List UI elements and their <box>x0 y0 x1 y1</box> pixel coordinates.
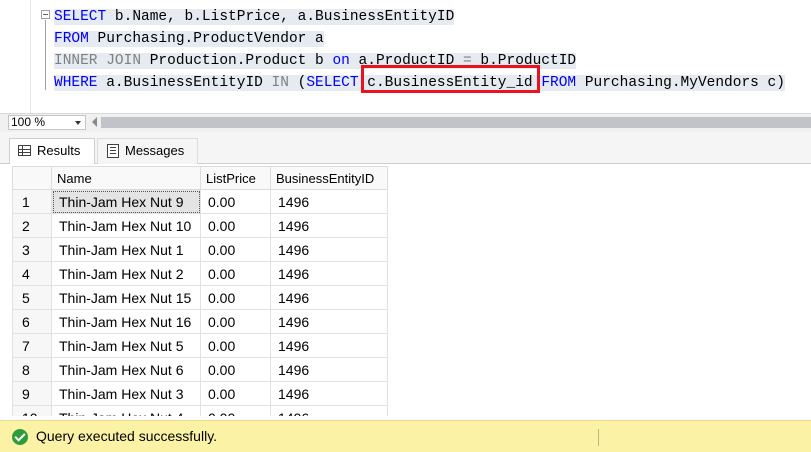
tab-messages[interactable]: Messages <box>97 138 198 164</box>
table-row[interactable]: 8 Thin-Jam Hex Nut 6 0.00 1496 <box>12 357 388 382</box>
code-token: b.Name, b.ListPrice, a.BusinessEntityID <box>106 9 455 25</box>
name-cell[interactable]: Thin-Jam Hex Nut 2 <box>51 261 201 286</box>
tab-messages-label: Messages <box>125 143 185 158</box>
code-token: WHERE <box>54 75 98 91</box>
listprice-cell[interactable]: 0.00 <box>200 309 271 334</box>
column-header-name[interactable]: Name <box>51 166 201 190</box>
row-number-cell[interactable]: 7 <box>12 333 52 358</box>
success-check-icon <box>12 429 28 445</box>
code-token: a.BusinessEntityID <box>97 75 272 91</box>
chevron-down-icon <box>75 121 81 125</box>
grid-icon <box>18 145 31 156</box>
collapse-toggle-icon[interactable] <box>41 10 50 19</box>
name-cell[interactable]: Thin-Jam Hex Nut 1 <box>51 237 201 262</box>
column-header-listprice[interactable]: ListPrice <box>200 166 271 190</box>
grid-header-row: Name ListPrice BusinessEntityID <box>12 166 388 190</box>
tab-results-label: Results <box>37 143 81 158</box>
name-cell[interactable]: Thin-Jam Hex Nut 5 <box>51 333 201 358</box>
row-number-cell[interactable]: 9 <box>12 381 52 406</box>
status-bar: Query executed successfully. <box>0 420 811 452</box>
zoom-value: 100 % <box>11 115 46 129</box>
results-tab-strip: Results Messages <box>0 132 811 164</box>
row-number-cell[interactable]: 2 <box>12 213 52 238</box>
code-token: Purchasing.ProductVendor a <box>88 31 324 47</box>
row-number-cell[interactable]: 3 <box>12 237 52 262</box>
annotation-highlight-box <box>361 65 540 93</box>
code-token: SELECT <box>306 75 359 91</box>
listprice-cell[interactable]: 0.00 <box>200 381 271 406</box>
code-token: IN <box>271 75 289 91</box>
code-token: INNER JOIN <box>54 53 142 69</box>
query-editor[interactable]: SELECT b.Name, b.ListPrice, a.BusinessEn… <box>0 0 811 113</box>
code-line-text: SELECT b.Name, b.ListPrice, a.BusinessEn… <box>54 9 455 25</box>
listprice-cell[interactable]: 0.00 <box>200 213 271 238</box>
code-line-1[interactable]: SELECT b.Name, b.ListPrice, a.BusinessEn… <box>54 6 455 28</box>
table-row[interactable]: 9 Thin-Jam Hex Nut 3 0.00 1496 <box>12 381 388 406</box>
results-grid-area: Name ListPrice BusinessEntityID 1 Thin-Ja… <box>0 164 811 416</box>
code-token: on <box>332 53 350 69</box>
tab-results[interactable]: Results <box>9 138 95 164</box>
code-token: SELECT <box>54 9 107 25</box>
table-row[interactable]: 7 Thin-Jam Hex Nut 5 0.00 1496 <box>12 333 388 358</box>
code-line-text: FROM Purchasing.ProductVendor a <box>54 31 324 47</box>
businessentityid-cell[interactable]: 1496 <box>270 381 388 406</box>
businessentityid-cell[interactable]: 1496 <box>270 261 388 286</box>
listprice-cell[interactable]: 0.00 <box>200 357 271 382</box>
row-number-cell[interactable]: 8 <box>12 357 52 382</box>
row-number-cell[interactable]: 4 <box>12 261 52 286</box>
name-cell[interactable]: Thin-Jam Hex Nut 16 <box>51 309 201 334</box>
name-cell[interactable]: Thin-Jam Hex Nut 15 <box>51 285 201 310</box>
table-row[interactable]: 2 Thin-Jam Hex Nut 10 0.00 1496 <box>12 213 388 238</box>
name-cell[interactable]: Thin-Jam Hex Nut 9 <box>51 189 201 214</box>
name-cell[interactable]: Thin-Jam Hex Nut 4 <box>51 405 201 416</box>
code-token: FROM <box>54 31 89 47</box>
businessentityid-cell[interactable]: 1496 <box>270 237 388 262</box>
row-number-header[interactable] <box>12 166 52 190</box>
table-row[interactable]: 10Thin-Jam Hex Nut 40.001496 <box>12 405 388 416</box>
table-row[interactable]: 4 Thin-Jam Hex Nut 2 0.00 1496 <box>12 261 388 286</box>
listprice-cell[interactable]: 0.00 <box>200 333 271 358</box>
messages-icon <box>107 144 119 158</box>
code-token: ( <box>288 75 307 91</box>
row-number-cell[interactable]: 5 <box>12 285 52 310</box>
scroll-left-icon[interactable] <box>92 117 97 127</box>
businessentityid-cell[interactable]: 1496 <box>270 333 388 358</box>
businessentityid-cell[interactable]: 1496 <box>270 213 388 238</box>
listprice-cell[interactable]: 0.00 <box>200 405 271 416</box>
row-number-cell[interactable]: 10 <box>12 405 52 416</box>
editor-margin <box>30 0 31 113</box>
row-number-cell[interactable]: 1 <box>12 189 52 214</box>
results-grid: Name ListPrice BusinessEntityID 1 Thin-Ja… <box>12 166 388 416</box>
table-row[interactable]: 6 Thin-Jam Hex Nut 16 0.00 1496 <box>12 309 388 334</box>
name-cell[interactable]: Thin-Jam Hex Nut 3 <box>51 381 201 406</box>
businessentityid-cell[interactable]: 1496 <box>270 405 388 416</box>
column-header-businessentityid[interactable]: BusinessEntityID <box>270 166 388 190</box>
fold-guide <box>45 20 46 90</box>
listprice-cell[interactable]: 0.00 <box>200 189 271 214</box>
table-row[interactable]: 3 Thin-Jam Hex Nut 1 0.00 1496 <box>12 237 388 262</box>
code-token: Purchasing.MyVendors c) <box>576 75 785 91</box>
row-number-cell[interactable]: 6 <box>12 309 52 334</box>
table-row[interactable]: 5 Thin-Jam Hex Nut 15 0.00 1496 <box>12 285 388 310</box>
businessentityid-cell[interactable]: 1496 <box>270 309 388 334</box>
code-token: Production.Product b <box>141 53 333 69</box>
table-row[interactable]: 1 Thin-Jam Hex Nut 9 0.00 1496 <box>12 189 388 214</box>
zoom-dropdown[interactable]: 100 % <box>8 115 86 130</box>
horizontal-scrollbar-thumb[interactable] <box>101 117 811 128</box>
code-line-2[interactable]: FROM Purchasing.ProductVendor a <box>54 28 324 50</box>
listprice-cell[interactable]: 0.00 <box>200 285 271 310</box>
businessentityid-cell[interactable]: 1496 <box>270 189 388 214</box>
listprice-cell[interactable]: 0.00 <box>200 261 271 286</box>
name-cell[interactable]: Thin-Jam Hex Nut 6 <box>51 357 201 382</box>
code-token: FROM <box>541 75 577 91</box>
name-cell[interactable]: Thin-Jam Hex Nut 10 <box>51 213 201 238</box>
businessentityid-cell[interactable]: 1496 <box>270 357 388 382</box>
businessentityid-cell[interactable]: 1496 <box>270 285 388 310</box>
listprice-cell[interactable]: 0.00 <box>200 237 271 262</box>
editor-bottom-strip: 100 % <box>0 113 811 132</box>
status-separator <box>598 429 599 446</box>
status-message: Query executed successfully. <box>36 428 218 444</box>
